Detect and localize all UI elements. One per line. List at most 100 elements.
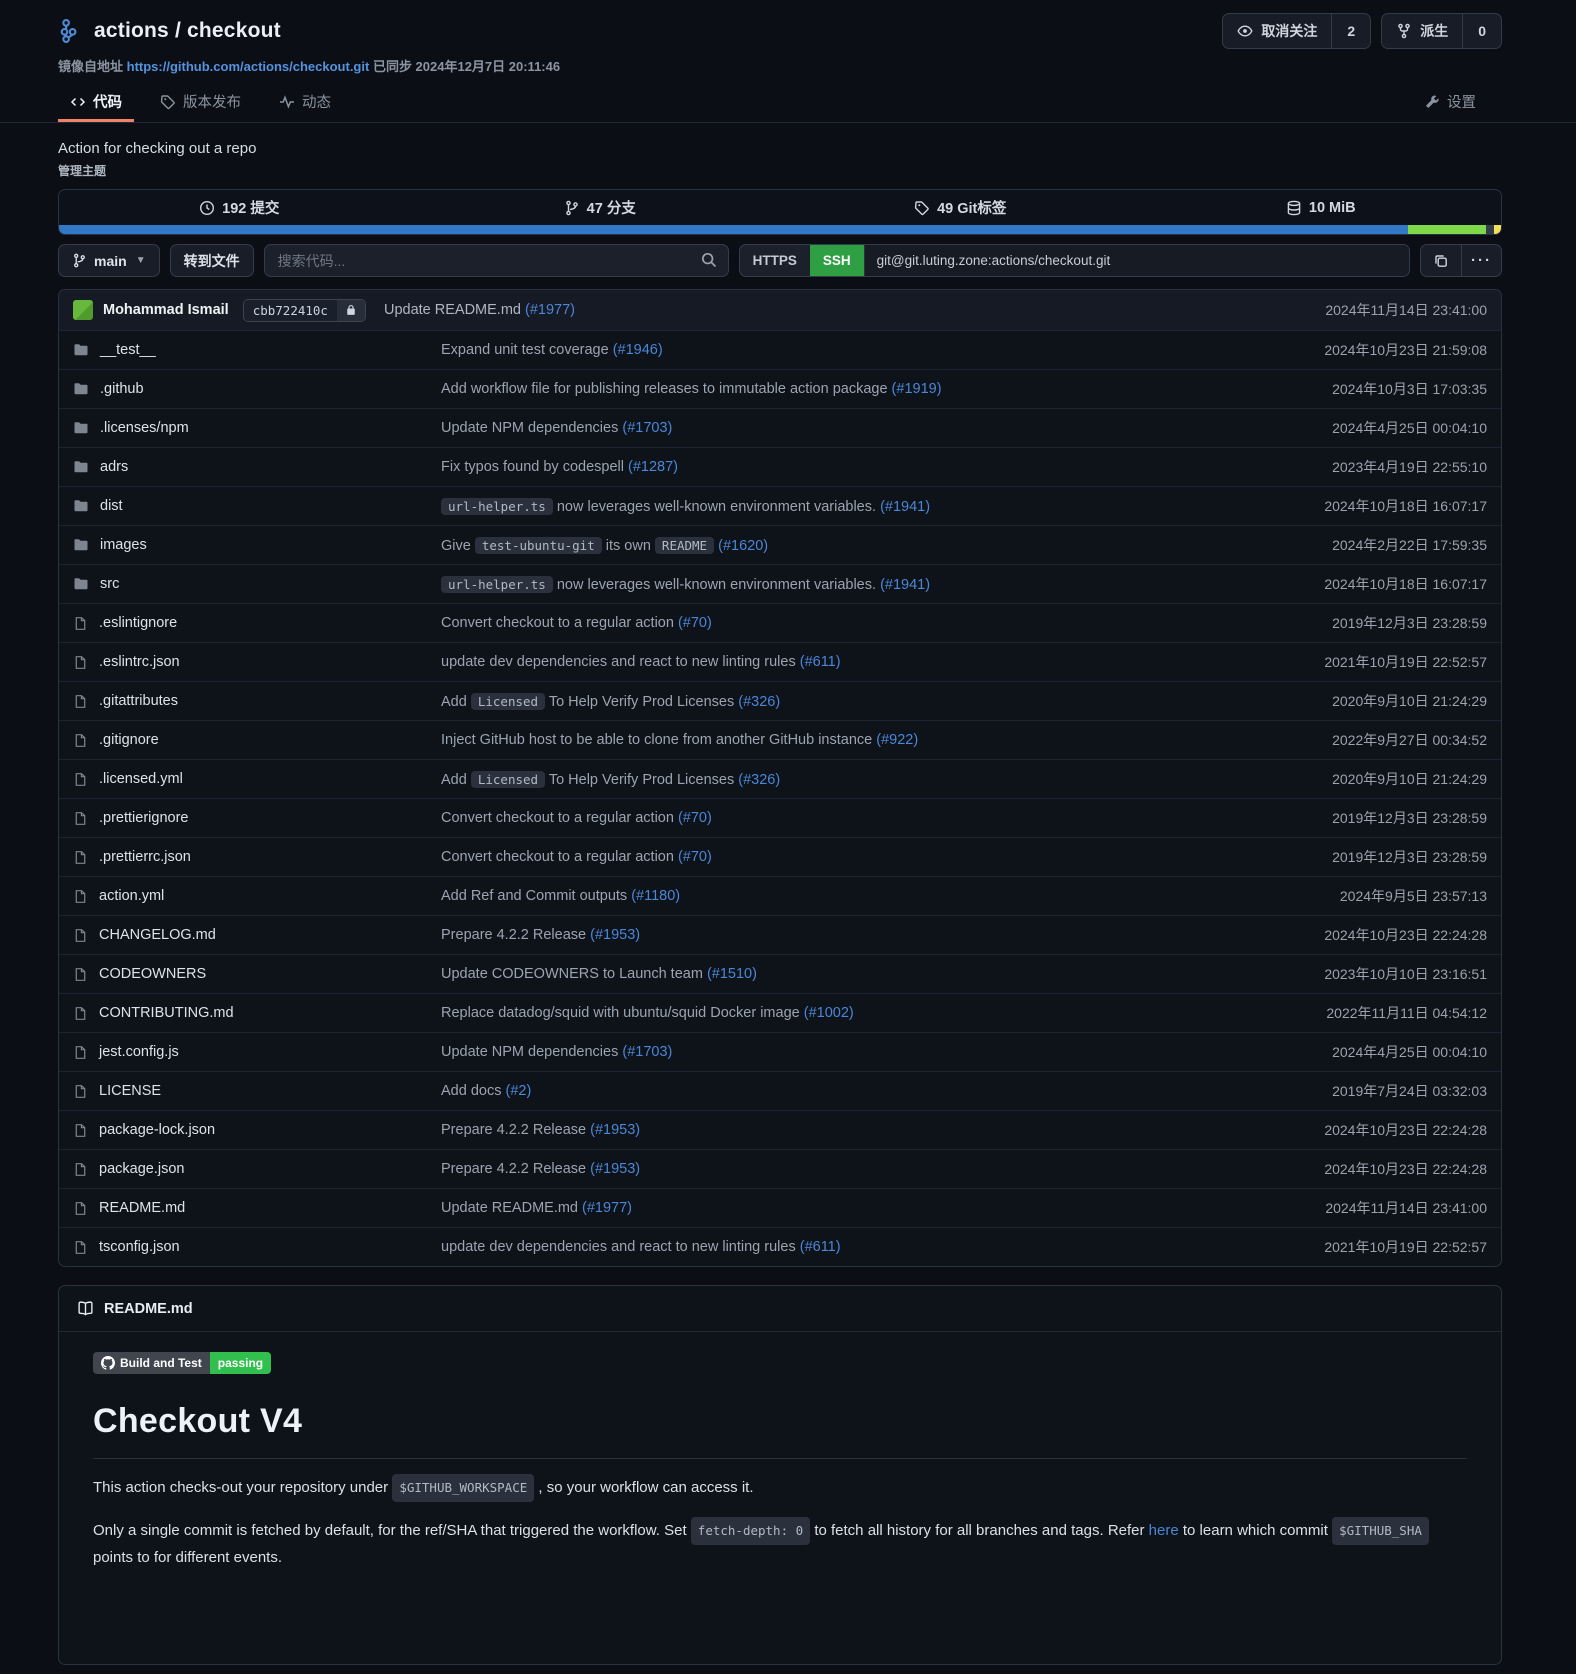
file-name-link[interactable]: .licenses/npm xyxy=(100,420,189,436)
commit-author[interactable]: Mohammad Ismail xyxy=(103,302,229,318)
issue-link[interactable]: here xyxy=(1149,1522,1179,1539)
file-name-link[interactable]: package.json xyxy=(99,1161,184,1177)
issue-link[interactable]: (#1620) xyxy=(718,538,768,554)
issue-link[interactable]: (#1977) xyxy=(582,1200,632,1216)
issue-link[interactable]: (#1953) xyxy=(590,1122,640,1138)
issue-link[interactable]: (#70) xyxy=(678,615,712,631)
file-name-link[interactable]: __test__ xyxy=(100,342,156,358)
unwatch-button[interactable]: 取消关注 2 xyxy=(1222,13,1371,49)
issue-link[interactable]: (#326) xyxy=(738,694,780,710)
table-row[interactable]: README.mdUpdate README.md (#1977)2024年11… xyxy=(59,1188,1501,1227)
file-name-link[interactable]: LICENSE xyxy=(99,1083,161,1099)
file-name-link[interactable]: tsconfig.json xyxy=(99,1239,180,1255)
issue-link[interactable]: (#2) xyxy=(506,1083,532,1099)
issue-link[interactable]: (#1953) xyxy=(590,927,640,943)
issue-link[interactable]: (#611) xyxy=(800,654,841,670)
stat-size[interactable]: 10 MiB xyxy=(1141,190,1502,225)
table-row[interactable]: jest.config.jsUpdate NPM dependencies (#… xyxy=(59,1032,1501,1071)
manage-topics-link[interactable]: 管理主题 xyxy=(58,162,1502,179)
file-name-link[interactable]: .gitignore xyxy=(99,732,159,748)
issue-link[interactable]: (#1919) xyxy=(892,381,942,397)
watch-count[interactable]: 2 xyxy=(1331,14,1370,48)
issue-link[interactable]: (#1977) xyxy=(525,302,575,318)
tab-settings[interactable]: 设置 xyxy=(1412,84,1488,122)
issue-link[interactable]: (#1180) xyxy=(631,888,680,904)
issue-link[interactable]: (#1002) xyxy=(804,1005,854,1021)
table-row[interactable]: tsconfig.jsonupdate dev dependencies and… xyxy=(59,1227,1501,1266)
fork-count[interactable]: 0 xyxy=(1462,14,1501,48)
table-row[interactable]: adrsFix typos found by codespell (#1287)… xyxy=(59,447,1501,486)
stat-commits[interactable]: 192 提交 xyxy=(59,190,420,225)
table-row[interactable]: .licensed.ymlAdd Licensed To Help Verify… xyxy=(59,759,1501,798)
issue-link[interactable]: (#1941) xyxy=(880,577,930,593)
issue-link[interactable]: (#1287) xyxy=(628,459,678,475)
file-name-link[interactable]: package-lock.json xyxy=(99,1122,215,1138)
branch-selector[interactable]: main ▼ xyxy=(58,244,160,277)
file-name-link[interactable]: dist xyxy=(100,498,123,514)
issue-link[interactable]: (#1703) xyxy=(622,1044,672,1060)
ssh-toggle[interactable]: SSH xyxy=(810,245,864,276)
table-row[interactable]: LICENSEAdd docs (#2)2019年7月24日 03:32:03 xyxy=(59,1071,1501,1110)
table-row[interactable]: __test__Expand unit test coverage (#1946… xyxy=(59,330,1501,369)
build-status-badge[interactable]: Build and Test passing xyxy=(93,1352,271,1374)
language-bar[interactable] xyxy=(59,225,1501,234)
table-row[interactable]: action.ymlAdd Ref and Commit outputs (#1… xyxy=(59,876,1501,915)
file-name-link[interactable]: CONTRIBUTING.md xyxy=(99,1005,234,1021)
tab-releases[interactable]: 版本发布 xyxy=(148,84,253,122)
file-name-link[interactable]: .github xyxy=(100,381,144,397)
table-row[interactable]: package-lock.jsonPrepare 4.2.2 Release (… xyxy=(59,1110,1501,1149)
file-name-link[interactable]: images xyxy=(100,537,147,553)
file-name-link[interactable]: .gitattributes xyxy=(99,693,178,709)
file-name-link[interactable]: .eslintignore xyxy=(99,615,177,631)
table-row[interactable]: .licenses/npmUpdate NPM dependencies (#1… xyxy=(59,408,1501,447)
issue-link[interactable]: (#1953) xyxy=(590,1161,640,1177)
stat-tags[interactable]: 49 Git标签 xyxy=(780,190,1141,225)
tab-code[interactable]: 代码 xyxy=(58,84,134,122)
table-row[interactable]: .eslintignoreConvert checkout to a regul… xyxy=(59,603,1501,642)
file-name-link[interactable]: adrs xyxy=(100,459,128,475)
avatar[interactable] xyxy=(73,300,93,320)
table-row[interactable]: CONTRIBUTING.mdReplace datadog/squid wit… xyxy=(59,993,1501,1032)
file-name-link[interactable]: .prettierignore xyxy=(99,810,188,826)
search-icon[interactable] xyxy=(700,251,718,269)
stat-branches[interactable]: 47 分支 xyxy=(420,190,781,225)
file-name-link[interactable]: .eslintrc.json xyxy=(99,654,180,670)
tab-activity[interactable]: 动态 xyxy=(267,84,343,122)
search-input[interactable] xyxy=(264,244,729,277)
clone-url-input[interactable] xyxy=(864,245,1409,276)
file-name-link[interactable]: README.md xyxy=(99,1200,185,1216)
more-actions-button[interactable]: ··· xyxy=(1461,245,1501,276)
table-row[interactable]: .prettierignoreConvert checkout to a reg… xyxy=(59,798,1501,837)
table-row[interactable]: disturl-helper.ts now leverages well-kno… xyxy=(59,486,1501,525)
issue-link[interactable]: (#1703) xyxy=(622,420,672,436)
file-name-link[interactable]: jest.config.js xyxy=(99,1044,179,1060)
table-row[interactable]: imagesGive test-ubuntu-git its own READM… xyxy=(59,525,1501,564)
issue-link[interactable]: (#70) xyxy=(678,810,712,826)
table-row[interactable]: CODEOWNERSUpdate CODEOWNERS to Launch te… xyxy=(59,954,1501,993)
file-name-link[interactable]: CHANGELOG.md xyxy=(99,927,216,943)
https-toggle[interactable]: HTTPS xyxy=(740,245,810,276)
file-name-link[interactable]: CODEOWNERS xyxy=(99,966,206,982)
fork-button[interactable]: 派生 0 xyxy=(1381,13,1502,49)
issue-link[interactable]: (#611) xyxy=(800,1239,841,1255)
table-row[interactable]: .gitignoreInject GitHub host to be able … xyxy=(59,720,1501,759)
table-row[interactable]: package.jsonPrepare 4.2.2 Release (#1953… xyxy=(59,1149,1501,1188)
goto-file-button[interactable]: 转到文件 xyxy=(170,244,254,277)
table-row[interactable]: srcurl-helper.ts now leverages well-know… xyxy=(59,564,1501,603)
copy-button[interactable] xyxy=(1421,245,1461,276)
file-name-link[interactable]: src xyxy=(100,576,119,592)
commit-sha-badge[interactable]: cbb722410c xyxy=(243,299,366,322)
issue-link[interactable]: (#326) xyxy=(738,772,780,788)
issue-link[interactable]: (#1946) xyxy=(613,342,663,358)
issue-link[interactable]: (#1510) xyxy=(707,966,757,982)
mirror-url-link[interactable]: https://github.com/actions/checkout.git xyxy=(127,59,370,74)
table-row[interactable]: .githubAdd workflow file for publishing … xyxy=(59,369,1501,408)
file-name-link[interactable]: .licensed.yml xyxy=(99,771,183,787)
table-row[interactable]: .prettierrc.jsonConvert checkout to a re… xyxy=(59,837,1501,876)
file-name-link[interactable]: .prettierrc.json xyxy=(99,849,191,865)
file-name-link[interactable]: action.yml xyxy=(99,888,164,904)
issue-link[interactable]: (#1941) xyxy=(880,499,930,515)
issue-link[interactable]: (#922) xyxy=(876,732,918,748)
table-row[interactable]: .gitattributesAdd Licensed To Help Verif… xyxy=(59,681,1501,720)
issue-link[interactable]: (#70) xyxy=(678,849,712,865)
